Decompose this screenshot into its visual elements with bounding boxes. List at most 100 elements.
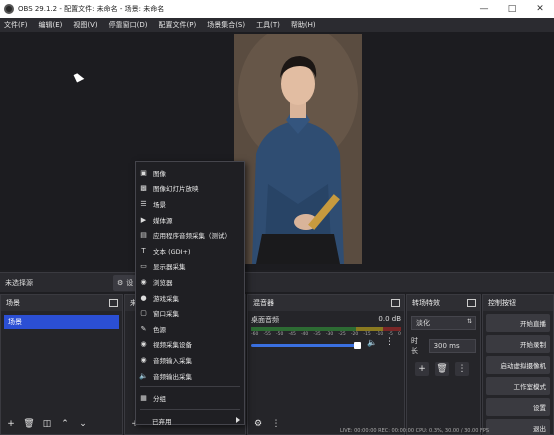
- remove-transition-button[interactable]: 🗑: [435, 362, 449, 376]
- scenes-toolbar: + 🗑 ◫ ⌃ ⌄: [1, 414, 122, 434]
- menu-item-color-source[interactable]: ✎ 色源: [136, 321, 244, 337]
- menu-item-game-capture[interactable]: ● 游戏采集: [136, 290, 244, 306]
- obs-logo-icon: [4, 4, 14, 14]
- mixer-channel: 桌面音频 0.0 dB -60 -55 -50 -45 -40 -35 -30 -25 -20-…: [251, 315, 401, 349]
- controls-header: 控制按钮: [483, 295, 553, 311]
- gamepad-icon: ●: [140, 293, 147, 302]
- media-icon: ▶: [140, 215, 147, 224]
- properties-label: 设: [126, 279, 134, 287]
- settings-button[interactable]: 设置: [486, 398, 550, 416]
- menu-view[interactable]: 视图(V): [73, 20, 97, 30]
- transitions-dock: 转场特效 淡化 ⇅ 时长 300 ms + 🗑 ⋮: [406, 294, 481, 435]
- move-down-button[interactable]: ⌄: [76, 417, 90, 431]
- menu-help[interactable]: 帮助(H): [291, 20, 316, 30]
- start-virtual-camera-button[interactable]: 启动虚拟摄像机: [486, 356, 550, 374]
- window-title: OBS 29.1.2 - 配置文件: 未命名 - 场景: 未命名: [18, 5, 165, 13]
- speaker-icon[interactable]: 🔈: [367, 338, 377, 347]
- source-toolbar: 未选择源 ⚙ 设: [0, 272, 554, 292]
- remove-scene-button[interactable]: 🗑: [22, 417, 36, 431]
- menu-item-slideshow[interactable]: ▩ 图像幻灯片放映: [136, 181, 244, 197]
- chevron-right-icon: [236, 416, 240, 423]
- menu-separator: [140, 408, 240, 410]
- undock-icon[interactable]: [391, 299, 400, 307]
- menu-item-video-capture[interactable]: ◉ 视频采集设备: [136, 337, 244, 353]
- menu-edit[interactable]: 编辑(E): [39, 20, 63, 30]
- scenes-title: 场景: [6, 299, 20, 307]
- channel-name: 桌面音频: [251, 316, 279, 324]
- add-transition-button[interactable]: +: [415, 362, 429, 376]
- minimize-icon[interactable]: —: [470, 0, 498, 18]
- scenes-dock: 场景 场景 + 🗑 ◫ ⌃ ⌄: [0, 294, 123, 435]
- studio-mode-button[interactable]: 工作室模式: [486, 377, 550, 395]
- mixer-menu-button[interactable]: ⋮: [269, 417, 283, 431]
- transitions-header: 转场特效: [407, 295, 480, 311]
- controls-title: 控制按钮: [488, 299, 516, 307]
- speaker-icon: 🔈: [139, 371, 148, 380]
- volume-slider-handle[interactable]: [354, 341, 361, 349]
- microphone-icon: ◉: [140, 355, 147, 364]
- start-recording-button[interactable]: 开始录制: [486, 335, 550, 353]
- mixer-dock: 混音器 桌面音频 0.0 dB -60 -55 -50 -45 -40 -35 -30 -25…: [247, 294, 405, 435]
- mixer-header: 混音器: [248, 295, 404, 311]
- menu-item-audio-input[interactable]: ◉ 音频输入采集: [136, 352, 244, 368]
- start-streaming-button[interactable]: 开始直播: [486, 314, 550, 332]
- mouse-cursor-icon: [73, 71, 85, 83]
- menu-item-window-capture[interactable]: ▢ 窗口采集: [136, 305, 244, 321]
- menu-item-scene[interactable]: ☰ 场景: [136, 196, 244, 212]
- menu-scene-collection[interactable]: 场景集合(S): [207, 20, 245, 30]
- duration-input[interactable]: 300 ms: [428, 339, 476, 353]
- add-source-context-menu: ▣ 图像 ▩ 图像幻灯片放映 ☰ 场景 ▶ 媒体源 ▤ 应用程序音频采集（测试） T 文本 …: [135, 161, 245, 426]
- list-icon: ☰: [140, 199, 147, 208]
- scenes-header: 场景: [1, 295, 122, 311]
- channel-level: 0.0 dB: [378, 315, 401, 323]
- scene-list-item[interactable]: 场景: [4, 315, 119, 329]
- menu-bar: 文件(F) 编辑(E) 视图(V) 停靠窗口(D) 配置文件(P) 场景集合(S…: [0, 18, 554, 32]
- duration-value: 300 ms: [433, 342, 460, 350]
- menu-item-display-capture[interactable]: ▭ 显示器采集: [136, 259, 244, 275]
- controls-dock: 控制按钮 开始直播 开始录制 启动虚拟摄像机 工作室模式 设置 退出: [482, 294, 554, 435]
- duration-label: 时长: [411, 337, 418, 355]
- menu-item-image[interactable]: ▣ 图像: [136, 165, 244, 181]
- menu-docks[interactable]: 停靠窗口(D): [109, 20, 148, 30]
- volume-slider[interactable]: [251, 341, 361, 349]
- folder-icon: ▦: [140, 394, 147, 403]
- scene-label: 场景: [8, 318, 22, 326]
- slideshow-icon: ▩: [140, 184, 147, 193]
- menu-item-app-audio[interactable]: ▤ 应用程序音频采集（测试）: [136, 227, 244, 243]
- undock-icon[interactable]: [109, 299, 118, 307]
- text-icon: T: [141, 246, 146, 255]
- menu-item-media-source[interactable]: ▶ 媒体源: [136, 212, 244, 228]
- audio-settings-button[interactable]: ⚙: [251, 417, 265, 431]
- duration-row: 时长 300 ms: [411, 336, 476, 356]
- status-bar: LIVE: 00:00:00 REC: 00:00:00 CPU: 0.3%, …: [340, 428, 490, 434]
- add-scene-button[interactable]: +: [4, 417, 18, 431]
- menu-item-audio-output[interactable]: 🔈 音频输出采集: [136, 368, 244, 384]
- no-source-label: 未选择源: [5, 278, 33, 287]
- menu-profile[interactable]: 配置文件(P): [159, 20, 197, 30]
- transition-selected-value: 淡化: [416, 319, 430, 327]
- scene-filters-button[interactable]: ◫: [40, 417, 54, 431]
- menu-item-deprecated[interactable]: 已弃用: [136, 413, 244, 429]
- title-bar: OBS 29.1.2 - 配置文件: 未命名 - 场景: 未命名 — □ ✕: [0, 0, 554, 18]
- transition-select[interactable]: 淡化 ⇅: [411, 316, 476, 330]
- move-up-button[interactable]: ⌃: [58, 417, 72, 431]
- transitions-title: 转场特效: [412, 299, 440, 307]
- transition-menu-button[interactable]: ⋮: [455, 362, 469, 376]
- camera-icon: ◉: [140, 340, 147, 349]
- channel-menu-icon[interactable]: ⋮: [385, 337, 394, 347]
- close-icon[interactable]: ✕: [526, 0, 554, 18]
- menu-item-browser[interactable]: ◉ 浏览器: [136, 274, 244, 290]
- menu-file[interactable]: 文件(F): [4, 20, 28, 30]
- audio-meter: [251, 327, 401, 331]
- undock-icon[interactable]: [467, 299, 476, 307]
- mixer-title: 混音器: [253, 299, 274, 307]
- menu-tools[interactable]: 工具(T): [256, 20, 280, 30]
- menu-item-group[interactable]: ▦ 分组: [136, 390, 244, 406]
- preview-canvas[interactable]: [0, 32, 554, 270]
- maximize-icon[interactable]: □: [498, 0, 526, 18]
- chevron-updown-icon: ⇅: [466, 318, 472, 325]
- menu-item-text[interactable]: T 文本 (GDI+): [136, 243, 244, 259]
- menu-separator: [140, 386, 240, 388]
- monitor-icon: ▭: [140, 262, 147, 271]
- preview-photo: [234, 34, 362, 264]
